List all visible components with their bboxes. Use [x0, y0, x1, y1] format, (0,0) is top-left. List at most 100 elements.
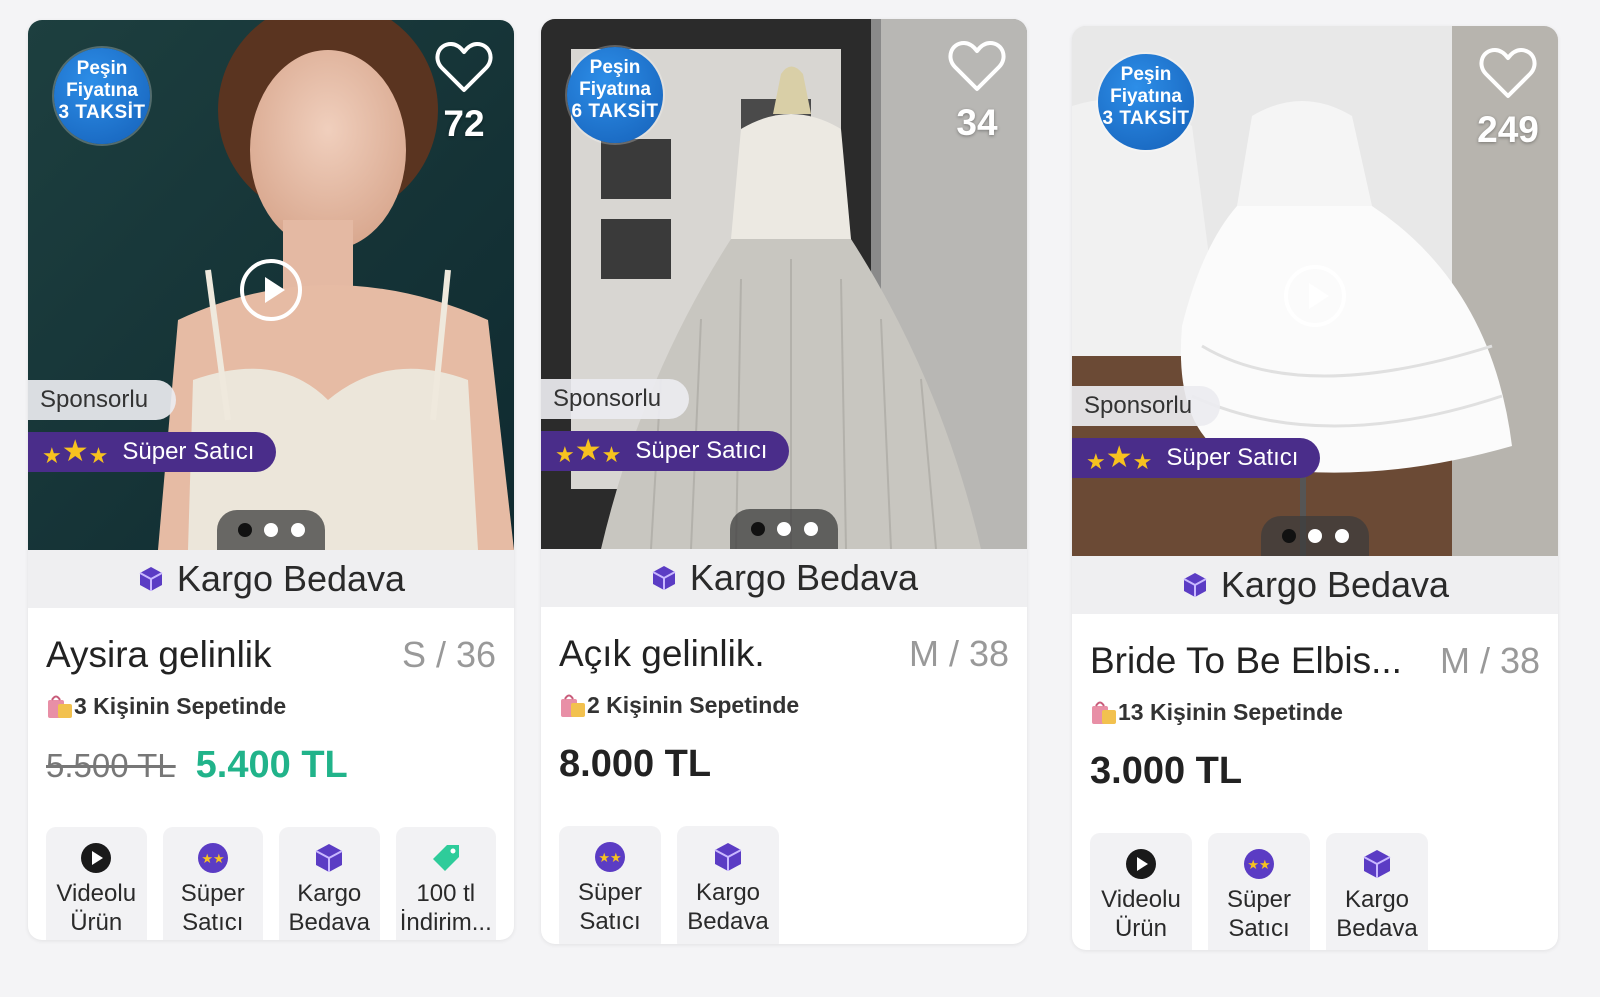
super-seller-icon: ★★ [197, 843, 228, 873]
pagination-dot[interactable] [264, 523, 278, 537]
stars-icon: ★ ★ ★ [555, 434, 622, 467]
badge-line-1: Peşin [1120, 64, 1172, 85]
product-title[interactable]: Açık gelinlik. [559, 633, 765, 675]
product-card[interactable]: Peşin Fiyatına 6 TAKSİT 34 Sponsorlu ★ ★ ★… [541, 19, 1027, 944]
free-shipping-strip: Kargo Bedava [541, 549, 1027, 607]
installment-badge: Peşin Fiyatına 3 TAKSİT [1098, 54, 1194, 150]
stars-icon: ★ ★ ★ [1086, 441, 1153, 474]
shopping-bags-icon [48, 695, 72, 718]
chip-label: Süper Satıcı [1226, 886, 1292, 942]
chip-free-shipping[interactable]: Kargo Bedava [677, 826, 779, 944]
product-photo[interactable]: Peşin Fiyatına 3 TAKSİT 72 Sponsorlu ★ ★ ★… [28, 20, 514, 550]
chip-free-shipping[interactable]: Kargo Bedava [1326, 833, 1428, 950]
heart-icon [948, 41, 1006, 91]
sponsored-tag: Sponsorlu [1072, 386, 1221, 426]
chip-super-seller[interactable]: ★★ Süper Satıcı [1208, 833, 1310, 950]
favorite-count: 34 [956, 102, 998, 143]
pagination-dot[interactable] [803, 522, 818, 536]
super-seller-tag: ★ ★ ★ Süper Satıcı [28, 432, 277, 472]
current-price: 8.000 TL [559, 743, 712, 785]
super-seller-tag: ★ ★ ★ Süper Satıcı [541, 431, 790, 471]
chip-label: Videolu Ürün [1101, 886, 1181, 942]
feature-chips: Videolu Ürün ★★ Süper Satıcı Kargo Bedav… [46, 827, 496, 940]
chip-discount[interactable]: 100 tl İndirim... [395, 827, 496, 940]
feature-chips: Videolu Ürün ★★ Süper Satıcı Kargo Bedav… [1090, 833, 1540, 950]
product-title[interactable]: Aysira gelinlik [46, 634, 272, 676]
pagination-dot[interactable] [1281, 529, 1296, 543]
pagination-dot[interactable] [290, 523, 305, 537]
installment-badge: Peşin Fiyatına 6 TAKSİT [567, 47, 663, 143]
image-pagination[interactable] [730, 509, 838, 549]
badge-line-2: Fiyatına [579, 79, 651, 100]
product-photo[interactable]: Peşin Fiyatına 3 TAKSİT 249 Sponsorlu ★ ★… [1072, 26, 1558, 556]
heart-icon [1479, 48, 1537, 98]
sponsored-tag: Sponsorlu [541, 379, 690, 419]
super-seller-tag: ★ ★ ★ Süper Satıcı [1072, 438, 1321, 478]
product-photo[interactable]: Peşin Fiyatına 6 TAKSİT 34 Sponsorlu ★ ★ ★… [541, 19, 1027, 549]
product-card[interactable]: Peşin Fiyatına 3 TAKSİT 72 Sponsorlu ★ ★ ★… [28, 20, 514, 940]
free-shipping-label: Kargo Bedava [689, 557, 919, 598]
pagination-dot[interactable] [237, 523, 252, 537]
product-card[interactable]: Peşin Fiyatına 3 TAKSİT 249 Sponsorlu ★ ★… [1072, 26, 1558, 950]
chip-super-seller[interactable]: ★★ Süper Satıcı [162, 827, 263, 940]
favorite-button[interactable]: 34 [945, 39, 1009, 144]
badge-line-1: Peşin [589, 57, 641, 78]
badge-line-3: 3 TAKSİT [1102, 108, 1190, 129]
sponsored-tag: Sponsorlu [28, 380, 177, 420]
svg-text:★★: ★★ [598, 851, 621, 866]
super-seller-label: Süper Satıcı [122, 438, 255, 465]
installment-badge: Peşin Fiyatına 3 TAKSİT [54, 48, 150, 144]
pagination-dot[interactable] [1308, 529, 1322, 543]
feature-chips: ★★ Süper Satıcı Kargo Bedava [559, 826, 1009, 944]
chip-label: Kargo Bedava [288, 880, 370, 936]
chip-label: Süper Satıcı [180, 880, 245, 936]
shopping-bags-icon [561, 694, 585, 717]
chip-label: Videolu Ürün [56, 880, 137, 936]
pagination-dot[interactable] [750, 522, 765, 536]
product-size: S / 36 [401, 634, 496, 675]
free-shipping-strip: Kargo Bedava [28, 550, 514, 608]
favorite-button[interactable]: 249 [1476, 46, 1540, 151]
favorite-button[interactable]: 72 [432, 40, 496, 145]
current-price: 3.000 TL [1090, 750, 1243, 792]
box-icon [714, 843, 742, 871]
badge-line-3: 6 TAKSİT [571, 101, 659, 122]
play-video-icon[interactable] [1283, 264, 1347, 328]
play-circle-icon [1126, 849, 1156, 879]
product-grid: Peşin Fiyatına 3 TAKSİT 72 Sponsorlu ★ ★ ★… [0, 0, 1600, 997]
current-price: 5.400 TL [195, 744, 348, 786]
image-pagination[interactable] [217, 510, 325, 550]
chip-video-product[interactable]: Videolu Ürün [1090, 833, 1192, 950]
product-size: M / 38 [1439, 640, 1540, 681]
chip-label: Kargo Bedava [1336, 886, 1418, 942]
badge-line-3: 3 TAKSİT [58, 102, 146, 123]
product-title[interactable]: Bride To Be Elbis... [1090, 640, 1402, 682]
old-price: 5.500 TL [46, 747, 176, 784]
box-icon [1363, 850, 1391, 878]
chip-free-shipping[interactable]: Kargo Bedava [279, 827, 380, 940]
play-circle-icon [81, 843, 112, 873]
shopping-bags-icon [1092, 701, 1116, 724]
box-icon [139, 567, 163, 591]
badge-line-2: Fiyatına [1110, 86, 1182, 107]
pagination-dot[interactable] [777, 522, 791, 536]
chip-label: Süper Satıcı [577, 879, 643, 935]
super-seller-icon: ★★ [595, 842, 625, 872]
box-icon [315, 844, 343, 872]
chip-label: 100 tl İndirim... [399, 880, 492, 936]
super-seller-label: Süper Satıcı [1166, 444, 1299, 471]
favorite-count: 249 [1477, 109, 1539, 150]
svg-text:★★: ★★ [1247, 858, 1270, 873]
pagination-dot[interactable] [1334, 529, 1349, 543]
price-tag-icon [432, 845, 459, 871]
basket-count: 13 Kişinin Sepetinde [1090, 698, 1540, 726]
chip-label: Kargo Bedava [687, 879, 769, 935]
chip-super-seller[interactable]: ★★ Süper Satıcı [559, 826, 661, 944]
image-pagination[interactable] [1261, 516, 1369, 556]
basket-text: 3 Kişinin Sepetinde [74, 692, 287, 719]
free-shipping-label: Kargo Bedava [1220, 564, 1450, 605]
super-seller-label: Süper Satıcı [635, 437, 768, 464]
box-icon [1183, 573, 1207, 597]
play-video-icon[interactable] [239, 258, 303, 322]
chip-video-product[interactable]: Videolu Ürün [46, 827, 147, 940]
